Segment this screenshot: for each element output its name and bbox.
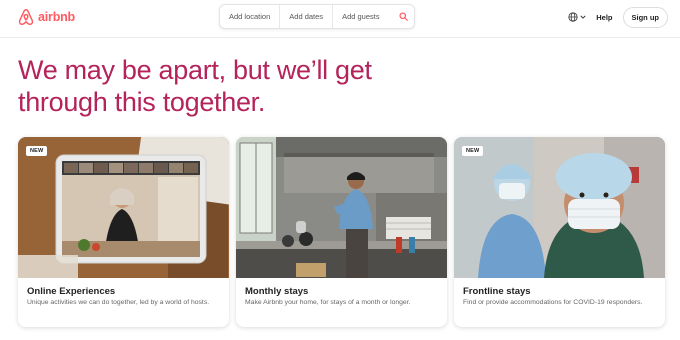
dates-field-label: Add dates [289, 12, 324, 21]
brand-name: airbnb [38, 10, 75, 24]
guests-field-label: Add guests [342, 12, 380, 21]
top-navigation-bar: airbnb Add location Add dates Add guests [0, 0, 680, 38]
search-bar[interactable]: Add location Add dates Add guests [219, 4, 415, 29]
online-experiences-photo: NEW [18, 137, 229, 278]
help-link[interactable]: Help [596, 13, 612, 22]
guests-field[interactable]: Add guests [332, 5, 389, 28]
frontline-stays-card[interactable]: NEW Frontline stays Find or provide acco… [454, 137, 665, 327]
frontline-stays-photo: NEW [454, 137, 665, 278]
header-actions: Help Sign up [568, 6, 668, 28]
language-selector[interactable] [568, 12, 586, 22]
card-title: Frontline stays [463, 286, 531, 297]
card-description: Make Airbnb your home, for stays of a mo… [245, 299, 411, 306]
airbnb-logo[interactable]: airbnb [17, 8, 75, 26]
location-field-label: Add location [229, 12, 271, 21]
monthly-stays-card[interactable]: Monthly stays Make Airbnb your home, for… [236, 137, 447, 327]
location-field[interactable]: Add location [220, 5, 279, 28]
hero-heading: We may be apart, but we’ll get through t… [18, 54, 438, 118]
monthly-stays-photo [236, 137, 447, 278]
online-experiences-card[interactable]: NEW Online Experiences Unique activities… [18, 137, 229, 327]
hero-heading-line-1: We may be apart, but we’ll get [18, 55, 372, 85]
card-title: Online Experiences [27, 286, 116, 297]
new-badge: NEW [462, 146, 484, 156]
card-title: Monthly stays [245, 286, 309, 297]
search-icon [398, 12, 408, 21]
chevron-down-icon [580, 15, 586, 19]
search-button[interactable] [392, 5, 414, 28]
card-description: Unique activities we can do together, le… [27, 299, 210, 306]
hero-heading-line-2: through this together. [18, 87, 266, 117]
dates-field[interactable]: Add dates [279, 5, 332, 28]
airbnb-logo-icon [18, 8, 34, 26]
globe-icon [568, 12, 578, 22]
card-description: Find or provide accommodations for COVID… [463, 299, 643, 306]
sign-up-button[interactable]: Sign up [622, 6, 668, 28]
new-badge: NEW [26, 146, 48, 156]
